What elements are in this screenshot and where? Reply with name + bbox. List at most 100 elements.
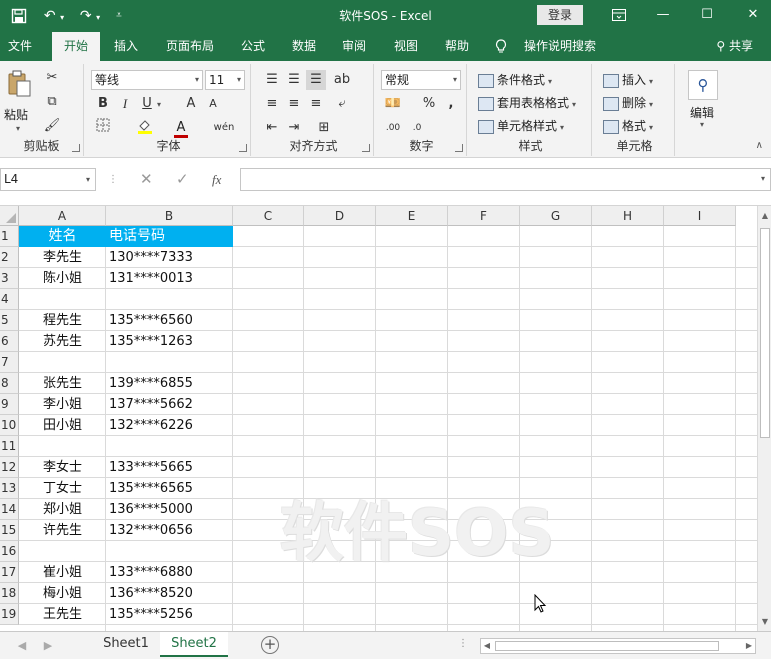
cell-name[interactable]: [19, 289, 106, 310]
tab-view[interactable]: 视图: [386, 32, 426, 61]
dialog-launcher-icon[interactable]: [455, 144, 463, 152]
paste-label[interactable]: 粘贴: [4, 106, 28, 123]
align-right-icon[interactable]: ≡: [306, 94, 326, 114]
vertical-scroll-thumb[interactable]: [760, 228, 770, 438]
shrink-font-button[interactable]: A: [203, 94, 223, 114]
row-header-4[interactable]: 4: [0, 289, 19, 310]
format-painter-icon[interactable]: 🖌: [42, 116, 62, 136]
cell-phone[interactable]: 133****6880: [106, 562, 233, 583]
column-header-c[interactable]: C: [233, 206, 304, 226]
align-left-icon[interactable]: ≡: [262, 94, 282, 114]
minimize-icon[interactable]: —: [648, 4, 678, 26]
sheet-next-icon[interactable]: ▶: [40, 638, 56, 654]
align-middle-icon[interactable]: ☰: [284, 70, 304, 90]
scroll-up-icon[interactable]: ▲: [758, 210, 771, 222]
dialog-launcher-icon[interactable]: [239, 144, 247, 152]
row-header-9[interactable]: 9: [0, 394, 19, 415]
cell-name[interactable]: 崔小姐: [19, 562, 106, 583]
tab-data[interactable]: 数据: [284, 32, 324, 61]
row-header-14[interactable]: 14: [0, 499, 19, 520]
vertical-scrollbar[interactable]: ▲ ▼: [757, 206, 771, 631]
cell-phone[interactable]: 131****0013: [106, 268, 233, 289]
cell-phone[interactable]: [106, 541, 233, 562]
scroll-right-icon[interactable]: ▶: [743, 639, 755, 653]
row-header-19[interactable]: 19: [0, 604, 19, 625]
header-cell-phone[interactable]: 电话号码: [106, 226, 233, 247]
row-header-18[interactable]: 18: [0, 583, 19, 604]
tab-file[interactable]: 文件: [0, 32, 40, 61]
grow-font-button[interactable]: A: [181, 94, 201, 114]
delete-cells-button[interactable]: 删除 ▾: [603, 93, 653, 113]
cell-phone[interactable]: 132****0656: [106, 520, 233, 541]
cancel-icon[interactable]: ✕: [140, 168, 153, 191]
dialog-launcher-icon[interactable]: [362, 144, 370, 152]
dialog-launcher-icon[interactable]: [72, 144, 80, 152]
header-cell-name[interactable]: 姓名: [19, 226, 106, 247]
share-button[interactable]: ⚲ 共享: [716, 32, 753, 61]
enter-icon[interactable]: ✓: [176, 168, 189, 191]
font-name-select[interactable]: 等线 ▾: [91, 70, 203, 90]
increase-indent-icon[interactable]: ⇥: [284, 118, 304, 138]
insert-function-icon[interactable]: fx: [212, 168, 221, 191]
cell-name[interactable]: 郑小姐: [19, 499, 106, 520]
expand-formula-icon[interactable]: ▾: [761, 174, 765, 183]
horizontal-scroll-thumb[interactable]: [495, 641, 719, 651]
decrease-indent-icon[interactable]: ⇤: [262, 118, 282, 138]
cell-phone[interactable]: 135****6565: [106, 478, 233, 499]
editing-dropdown-icon[interactable]: ▾: [700, 120, 704, 129]
merge-center-icon[interactable]: ⊞: [314, 118, 334, 138]
row-header-17[interactable]: 17: [0, 562, 19, 583]
cell-name[interactable]: 苏先生: [19, 331, 106, 352]
cell-name[interactable]: 王先生: [19, 604, 106, 625]
cell-phone[interactable]: 136****8520: [106, 583, 233, 604]
increase-decimal-icon[interactable]: .00: [383, 118, 403, 138]
wrap-text-icon[interactable]: ⤶: [332, 94, 352, 114]
number-format-select[interactable]: 常规 ▾: [381, 70, 461, 90]
font-size-select[interactable]: 11 ▾: [205, 70, 245, 90]
row-header-10[interactable]: 10: [0, 415, 19, 436]
column-header-b[interactable]: B: [106, 206, 233, 226]
comma-button[interactable]: ,: [441, 94, 461, 114]
tab-formulas[interactable]: 公式: [233, 32, 273, 61]
tab-page-layout[interactable]: 页面布局: [158, 32, 222, 61]
cell-name[interactable]: 田小姐: [19, 415, 106, 436]
tell-me-search[interactable]: 操作说明搜索: [520, 32, 600, 61]
accounting-format-icon[interactable]: 💴: [383, 94, 403, 114]
column-header-f[interactable]: F: [448, 206, 520, 226]
underline-button[interactable]: U: [137, 94, 157, 114]
align-center-icon[interactable]: ≡: [284, 94, 304, 114]
cell-name[interactable]: 许先生: [19, 520, 106, 541]
cell-name[interactable]: 程先生: [19, 310, 106, 331]
decrease-decimal-icon[interactable]: .0: [407, 118, 427, 138]
cell-name[interactable]: 张先生: [19, 373, 106, 394]
cell-phone[interactable]: 139****6855: [106, 373, 233, 394]
row-header-1[interactable]: 1: [0, 226, 19, 247]
sheet-tab-sheet2[interactable]: Sheet2: [160, 632, 228, 657]
column-header-d[interactable]: D: [304, 206, 376, 226]
column-header-g[interactable]: G: [520, 206, 592, 226]
row-header-8[interactable]: 8: [0, 373, 19, 394]
cell-phone[interactable]: 135****5256: [106, 604, 233, 625]
editing-label[interactable]: 编辑: [690, 104, 714, 121]
cell-phone[interactable]: [106, 289, 233, 310]
tab-review[interactable]: 审阅: [334, 32, 374, 61]
cell-name[interactable]: [19, 436, 106, 457]
copy-icon[interactable]: ⧉: [42, 92, 62, 112]
sheet-tab-sheet1[interactable]: Sheet1: [95, 632, 157, 657]
row-header-2[interactable]: 2: [0, 247, 19, 268]
font-color-button[interactable]: A: [171, 118, 191, 138]
cell-name[interactable]: 李女士: [19, 457, 106, 478]
tab-split-grip-icon[interactable]: ⋮: [458, 638, 468, 649]
cell-phone[interactable]: 136****5000: [106, 499, 233, 520]
row-header-7[interactable]: 7: [0, 352, 19, 373]
tab-insert[interactable]: 插入: [106, 32, 146, 61]
close-icon[interactable]: ✕: [738, 4, 768, 26]
column-header-h[interactable]: H: [592, 206, 664, 226]
cell-name[interactable]: 李先生: [19, 247, 106, 268]
row-header-12[interactable]: 12: [0, 457, 19, 478]
cell-phone[interactable]: 130****7333: [106, 247, 233, 268]
scroll-down-icon[interactable]: ▼: [758, 616, 771, 628]
formula-input[interactable]: ▾: [240, 168, 771, 191]
underline-dropdown-icon[interactable]: ▾: [157, 100, 161, 109]
borders-icon[interactable]: [93, 118, 113, 138]
